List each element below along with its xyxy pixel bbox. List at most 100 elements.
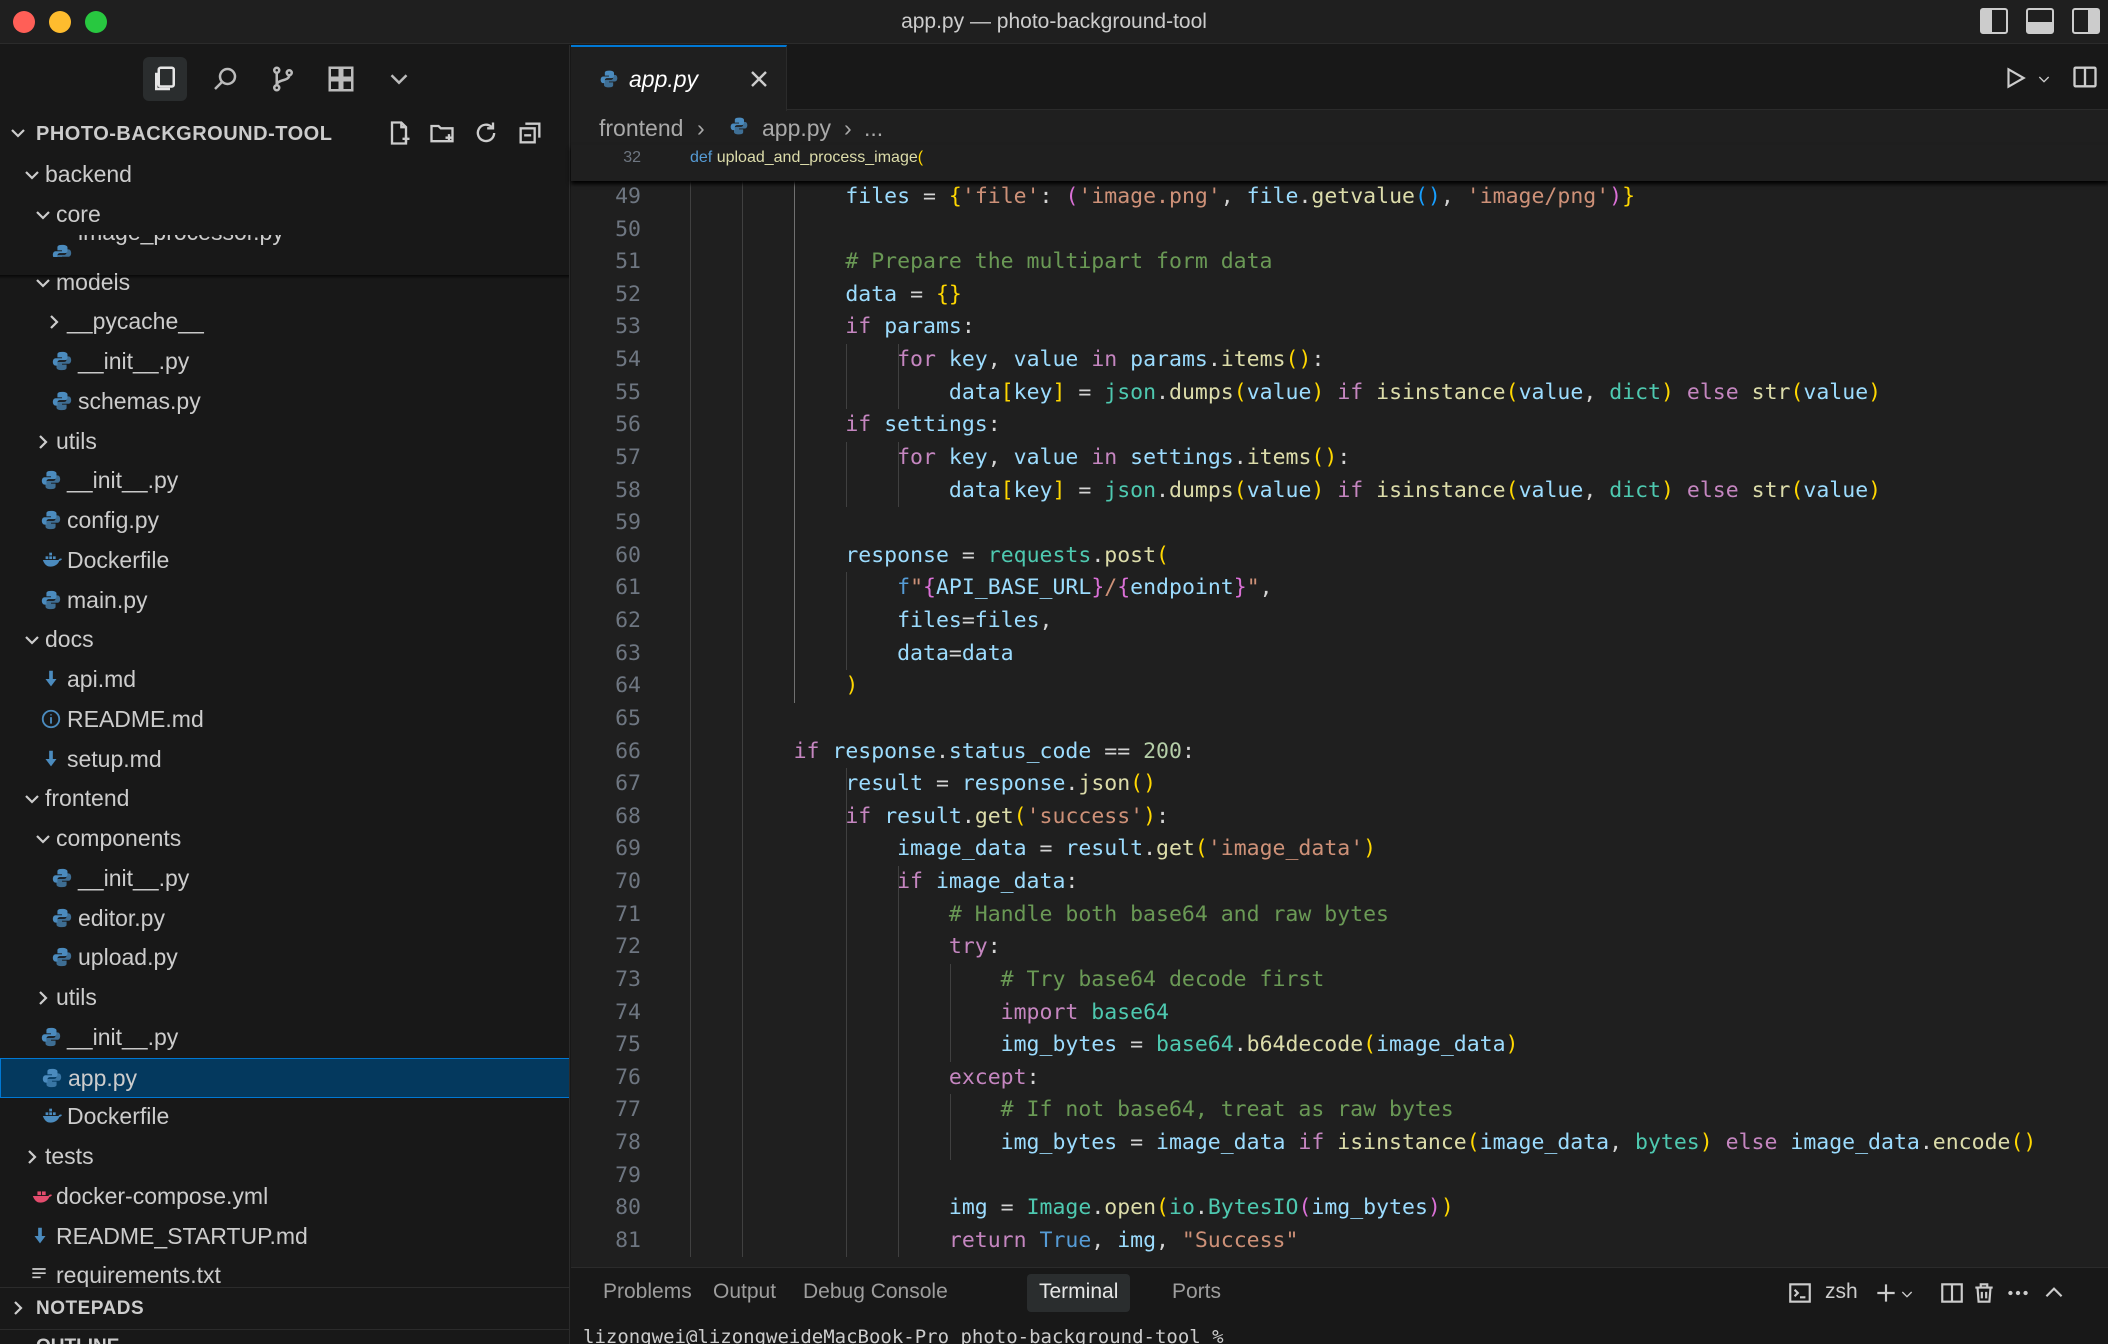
code-line[interactable]: 74 import base64 bbox=[571, 997, 2108, 1030]
chevron-down-icon[interactable] bbox=[377, 57, 421, 101]
tab-terminal[interactable]: Terminal bbox=[1027, 1274, 1131, 1312]
breadcrumb-folder[interactable]: frontend bbox=[599, 115, 683, 142]
code-line[interactable]: 76 except: bbox=[571, 1062, 2108, 1095]
extensions-icon[interactable] bbox=[319, 57, 363, 101]
tree-file[interactable]: __init__.py bbox=[0, 461, 569, 501]
code-line[interactable]: 77 # If not base64, treat as raw bytes bbox=[571, 1094, 2108, 1127]
code-line[interactable]: 53 if params: bbox=[571, 311, 2108, 344]
code-line[interactable]: 52 data = {} bbox=[571, 279, 2108, 312]
search-icon[interactable] bbox=[203, 57, 247, 101]
sticky-scroll-line[interactable]: 32 def upload_and_process_image( bbox=[571, 145, 2108, 181]
split-terminal-icon[interactable] bbox=[1939, 1280, 1967, 1308]
code-line[interactable]: 54 for key, value in params.items(): bbox=[571, 344, 2108, 377]
chevron-up-icon[interactable] bbox=[2041, 1280, 2069, 1308]
code-line[interactable]: 66 if response.status_code == 200: bbox=[571, 736, 2108, 769]
code-line[interactable]: 57 for key, value in settings.items(): bbox=[571, 442, 2108, 475]
code-line[interactable]: 78 img_bytes = image_data if isinstance(… bbox=[571, 1127, 2108, 1160]
code-line[interactable]: 62 files=files, bbox=[571, 605, 2108, 638]
chevron-down-icon[interactable] bbox=[2036, 71, 2052, 87]
outline-section-header[interactable]: OUTLINE bbox=[0, 1329, 569, 1344]
code-line[interactable]: 49 files = {'file': ('image.png', file.g… bbox=[571, 181, 2108, 214]
tree-file[interactable]: README_STARTUP.md bbox=[0, 1217, 569, 1257]
tree-file[interactable]: schemas.py bbox=[0, 382, 569, 422]
tree-file[interactable]: __init__.py bbox=[0, 342, 569, 382]
terminal-prompt[interactable]: lizongwei@lizongweideMacBook-Pro photo-b… bbox=[583, 1326, 1235, 1344]
more-actions-icon[interactable] bbox=[2005, 1280, 2033, 1308]
tree-file[interactable]: api.md bbox=[0, 660, 569, 700]
tree-folder[interactable]: utils bbox=[0, 978, 569, 1018]
code-line[interactable]: 65 bbox=[571, 703, 2108, 736]
code-line[interactable]: 69 image_data = result.get('image_data') bbox=[571, 833, 2108, 866]
tree-file[interactable]: __init__.py bbox=[0, 859, 569, 899]
tree-folder[interactable]: core bbox=[0, 195, 569, 235]
tree-folder[interactable]: docs bbox=[0, 620, 569, 660]
explorer-section-header[interactable]: PHOTO-BACKGROUND-TOOL bbox=[0, 113, 569, 153]
breadcrumb-file[interactable]: app.py bbox=[762, 115, 831, 142]
tree-folder[interactable]: models bbox=[0, 263, 569, 303]
tree-folder[interactable]: components bbox=[0, 819, 569, 859]
tree-folder[interactable]: backend bbox=[0, 155, 569, 195]
chevron-down-icon[interactable] bbox=[1899, 1280, 1917, 1308]
code-line[interactable]: 56 if settings: bbox=[571, 409, 2108, 442]
source-control-icon[interactable] bbox=[261, 57, 305, 101]
run-python-file-icon[interactable] bbox=[2002, 65, 2032, 95]
terminal-name[interactable]: zsh bbox=[1825, 1280, 1858, 1304]
refresh-icon[interactable] bbox=[472, 119, 504, 151]
collapse-all-icon[interactable] bbox=[516, 119, 548, 151]
code-line[interactable]: 61 f"{API_BASE_URL}/{endpoint}", bbox=[571, 572, 2108, 605]
tree-file[interactable]: docker-compose.yml bbox=[0, 1177, 569, 1217]
editor-group: app.py frontend › app.py › ... 32 def up… bbox=[571, 45, 2108, 1344]
tree-file[interactable]: Dockerfile bbox=[0, 1097, 569, 1137]
code-line[interactable]: 60 response = requests.post( bbox=[571, 540, 2108, 573]
trash-icon[interactable] bbox=[1971, 1280, 1999, 1308]
toggle-secondary-sidebar-icon[interactable] bbox=[2072, 8, 2100, 34]
explorer-icon[interactable] bbox=[143, 57, 187, 101]
code-line[interactable]: 75 img_bytes = base64.b64decode(image_da… bbox=[571, 1029, 2108, 1062]
new-folder-icon[interactable] bbox=[428, 119, 460, 151]
tree-file[interactable]: main.py bbox=[0, 581, 569, 621]
code-line[interactable]: 73 # Try base64 decode first bbox=[571, 964, 2108, 997]
breadcrumb-symbol[interactable]: ... bbox=[864, 115, 883, 142]
tree-file[interactable]: upload.py bbox=[0, 938, 569, 978]
tree-file[interactable]: app.py bbox=[0, 1057, 569, 1098]
tab-debug-console[interactable]: Debug Console bbox=[791, 1274, 960, 1312]
code-line[interactable]: 80 img = Image.open(io.BytesIO(img_bytes… bbox=[571, 1192, 2108, 1225]
tree-file[interactable]: Dockerfile bbox=[0, 541, 569, 581]
code-line[interactable]: 63 data=data bbox=[571, 638, 2108, 671]
code-line[interactable]: 79 bbox=[571, 1160, 2108, 1193]
tree-file[interactable]: __init__.py bbox=[0, 1018, 569, 1058]
code-line[interactable]: 81 return True, img, "Success" bbox=[571, 1225, 2108, 1258]
new-file-icon[interactable] bbox=[385, 119, 417, 151]
tree-file[interactable]: config.py bbox=[0, 501, 569, 541]
toggle-primary-sidebar-icon[interactable] bbox=[1980, 8, 2008, 34]
code-line[interactable]: 72 try: bbox=[571, 931, 2108, 964]
code-line[interactable]: 68 if result.get('success'): bbox=[571, 801, 2108, 834]
tree-folder[interactable]: __pycache__ bbox=[0, 302, 569, 342]
tree-folder[interactable]: utils bbox=[0, 422, 569, 462]
toggle-panel-icon[interactable] bbox=[2026, 8, 2054, 34]
notepads-section-header[interactable]: NOTEPADS bbox=[0, 1287, 569, 1327]
new-terminal-icon[interactable] bbox=[1873, 1280, 1901, 1308]
tree-folder[interactable]: frontend bbox=[0, 779, 569, 819]
tree-file[interactable]: setup.md bbox=[0, 740, 569, 780]
close-icon[interactable] bbox=[747, 67, 771, 91]
code-line[interactable]: 71 # Handle both base64 and raw bytes bbox=[571, 899, 2108, 932]
tab-app-py[interactable]: app.py bbox=[571, 45, 787, 111]
code-line[interactable]: 64 ) bbox=[571, 670, 2108, 703]
code-line[interactable]: 67 result = response.json() bbox=[571, 768, 2108, 801]
code-editor[interactable]: 49 files = {'file': ('image.png', file.g… bbox=[571, 145, 2108, 1315]
split-editor-icon[interactable] bbox=[2071, 63, 2101, 93]
code-line[interactable]: 58 data[key] = json.dumps(value) if isin… bbox=[571, 475, 2108, 508]
tree-file[interactable]: image_processor.py bbox=[0, 235, 569, 257]
tab-problems[interactable]: Problems bbox=[591, 1274, 704, 1312]
code-line[interactable]: 51 # Prepare the multipart form data bbox=[571, 246, 2108, 279]
tab-ports[interactable]: Ports bbox=[1160, 1274, 1233, 1312]
tab-output[interactable]: Output bbox=[701, 1274, 788, 1312]
code-line[interactable]: 59 bbox=[571, 507, 2108, 540]
code-line[interactable]: 70 if image_data: bbox=[571, 866, 2108, 899]
tree-folder[interactable]: tests bbox=[0, 1137, 569, 1177]
code-line[interactable]: 55 data[key] = json.dumps(value) if isin… bbox=[571, 377, 2108, 410]
tree-file[interactable]: README.md bbox=[0, 700, 569, 740]
tree-file[interactable]: editor.py bbox=[0, 899, 569, 939]
code-line[interactable]: 50 bbox=[571, 214, 2108, 247]
